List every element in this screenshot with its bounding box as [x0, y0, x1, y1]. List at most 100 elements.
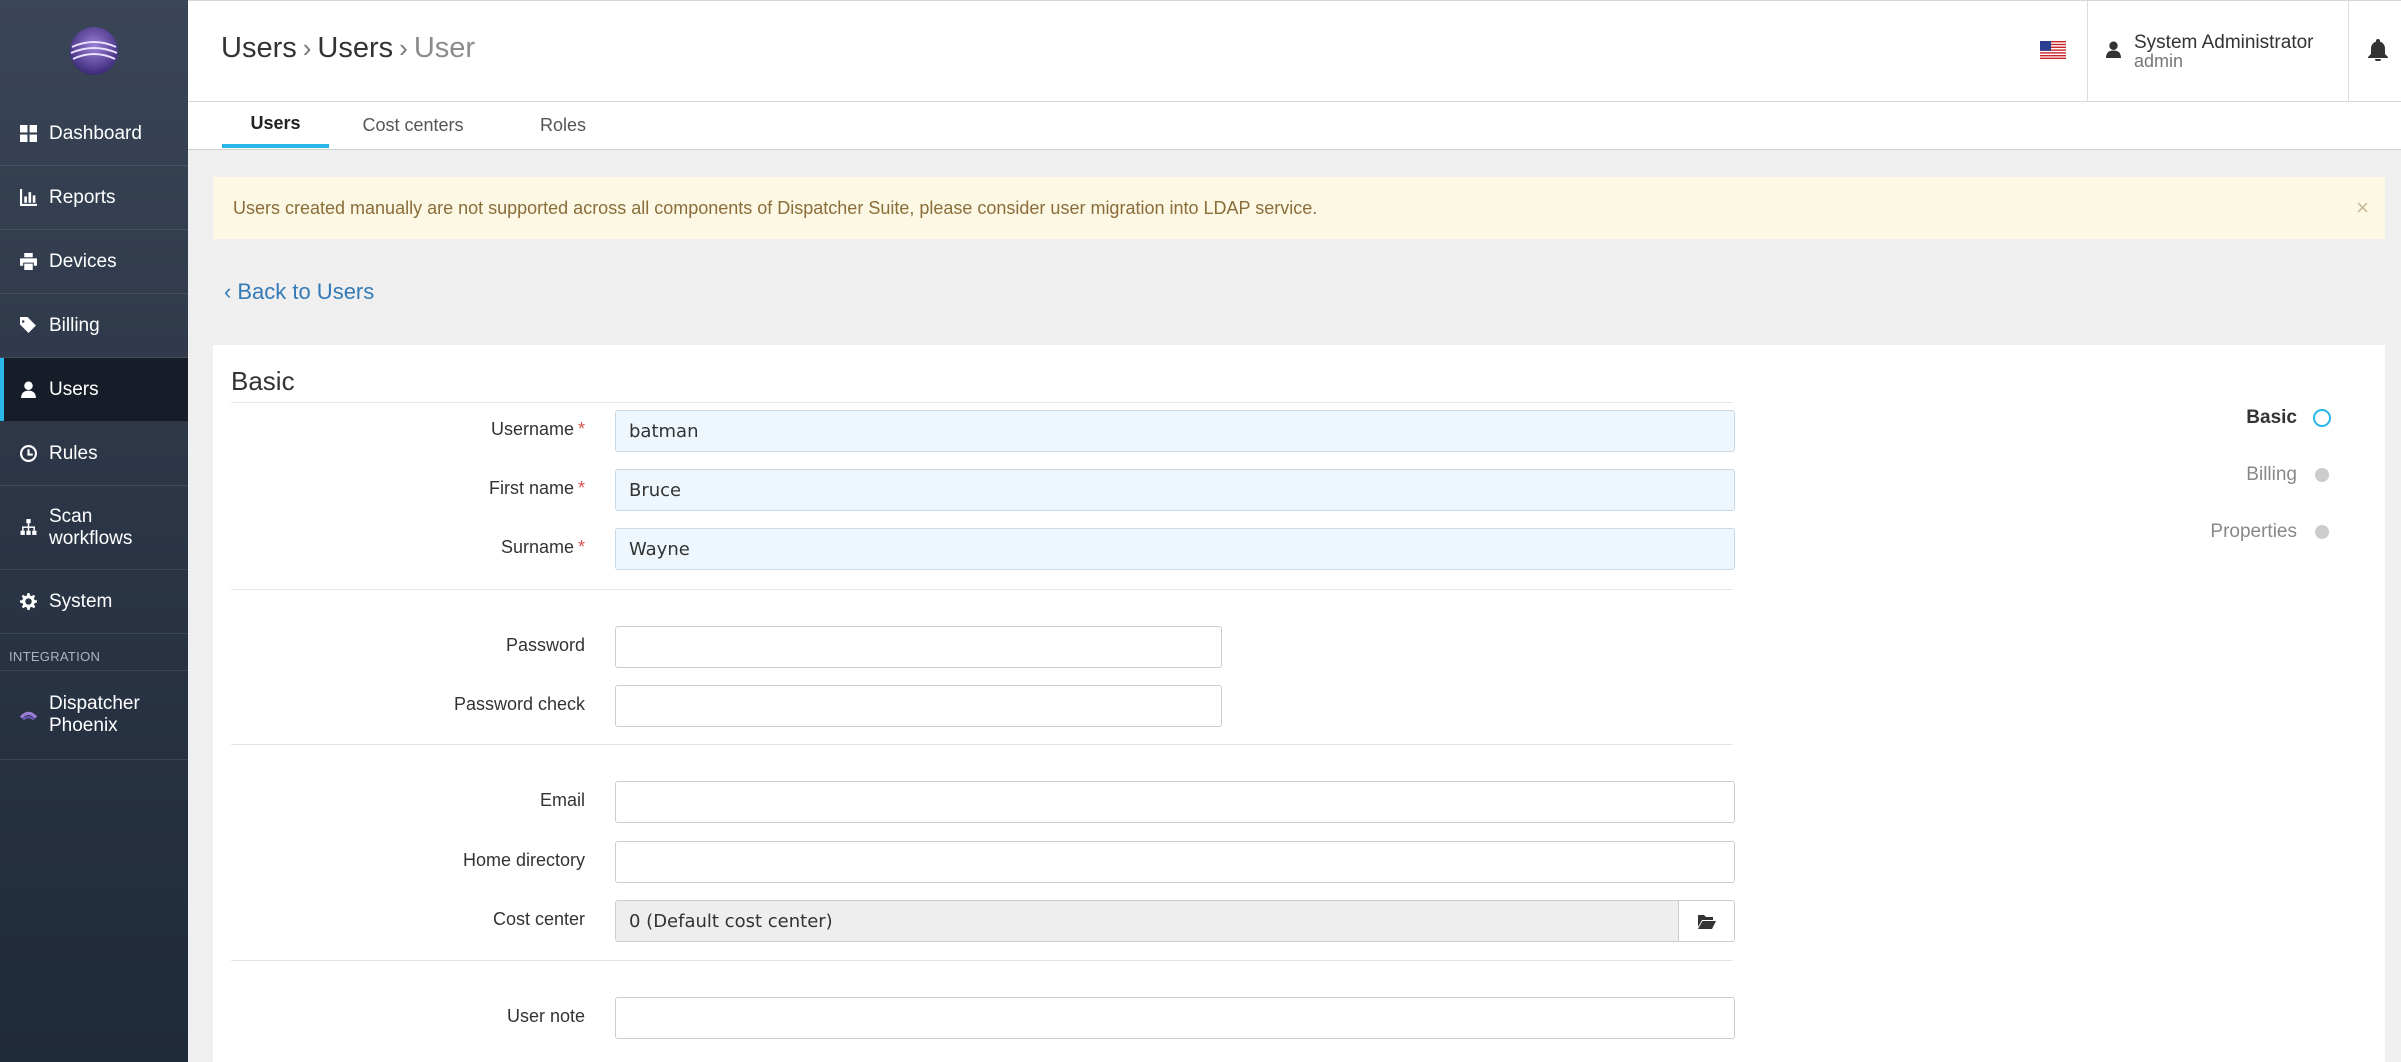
user-name: System Administrator: [2134, 31, 2314, 53]
tab-cost-centers[interactable]: Cost centers: [348, 102, 478, 149]
tags-icon: [20, 317, 37, 334]
sidebar-item-label: Billing: [49, 314, 100, 336]
password-check-label: Password check: [453, 694, 585, 714]
tab-roles[interactable]: Roles: [518, 102, 608, 149]
sidebar-item-label: Users: [49, 378, 99, 400]
password-label: Password: [505, 635, 585, 655]
user-menu[interactable]: System Administrator admin: [2087, 1, 2349, 102]
sidebar-item-label: Devices: [49, 250, 117, 272]
step-indicator: [2315, 525, 2329, 539]
step-label: Properties: [2210, 521, 2297, 542]
notifications-bell-icon[interactable]: [2368, 39, 2390, 62]
step-label: Billing: [2246, 464, 2297, 485]
required-mark: *: [577, 419, 585, 439]
password-field[interactable]: [615, 626, 1222, 668]
breadcrumb-item[interactable]: Users: [221, 32, 297, 65]
sidebar-item-scan-workflows[interactable]: Scan workflows: [0, 486, 188, 570]
step-active-indicator: [2313, 409, 2331, 427]
alert-text: Users created manually are not supported…: [233, 197, 1318, 218]
sidebar-item-label: Rules: [49, 442, 98, 464]
sidebar-item-dispatcher-phoenix[interactable]: Dispatcher Phoenix: [0, 670, 188, 760]
tab-bar: Users Cost centers Roles: [188, 102, 2401, 150]
sitemap-icon: [20, 519, 37, 536]
back-to-users-link[interactable]: ‹ Back to Users: [224, 279, 374, 305]
top-header: Users › Users › User System Administrato…: [188, 0, 2401, 102]
first-name-field[interactable]: Bruce: [615, 469, 1735, 511]
user-form-panel: Basic Username * batman First name * Bruce…: [213, 345, 2385, 1062]
gear-icon: [20, 593, 37, 610]
username-label-text: Username: [490, 419, 574, 439]
sidebar-item-label-line1: Scan: [49, 505, 93, 527]
username-field[interactable]: batman: [615, 410, 1735, 452]
breadcrumb: Users › Users › User: [221, 32, 475, 65]
surname-label-text: Surname: [500, 537, 574, 557]
user-note-label: User note: [506, 1006, 585, 1026]
sidebar-item-label: Scan workflows: [49, 506, 132, 550]
breadcrumb-item[interactable]: Users: [317, 32, 393, 65]
step-label: Basic: [2246, 407, 2297, 428]
cost-center-label: Cost center: [492, 909, 585, 929]
user-icon: [2106, 41, 2121, 63]
tab-users[interactable]: Users: [222, 102, 329, 148]
required-mark: *: [577, 478, 585, 498]
email-label: Email: [539, 790, 585, 810]
step-indicator: [2315, 468, 2329, 482]
printer-icon: [20, 253, 37, 270]
divider: [231, 744, 1733, 745]
divider: [231, 960, 1733, 961]
surname-label: Surname *: [213, 537, 585, 558]
browse-cost-center-button[interactable]: [1679, 900, 1735, 942]
first-name-label: First name *: [213, 478, 585, 499]
breadcrumb-current: User: [413, 32, 476, 64]
sidebar-item-dashboard[interactable]: Dashboard: [0, 102, 188, 166]
sidebar: Dashboard Reports Devices Billing Users …: [0, 0, 188, 1062]
step-billing[interactable]: Billing: [2246, 464, 2331, 486]
folder-open-icon: [1697, 914, 1716, 929]
user-login: admin: [2134, 50, 2184, 71]
sidebar-item-label: Dashboard: [49, 122, 142, 144]
step-basic[interactable]: Basic: [2246, 407, 2331, 429]
first-name-label-text: First name: [488, 478, 574, 498]
sidebar-item-label-line2: Phoenix: [49, 715, 118, 736]
section-title: Basic: [231, 366, 295, 396]
sidebar-item-system[interactable]: System: [0, 570, 188, 634]
user-note-field[interactable]: [615, 997, 1735, 1039]
divider: [231, 402, 1733, 403]
sidebar-item-label: System: [49, 590, 113, 612]
back-link-label: Back to Users: [237, 279, 375, 304]
sidebar-item-label-line2: workflows: [49, 527, 133, 549]
us-flag-icon[interactable]: [2040, 41, 2066, 59]
sidebar-item-label: Reports: [49, 186, 116, 208]
password-check-field[interactable]: [615, 685, 1222, 727]
sidebar-item-billing[interactable]: Billing: [0, 294, 188, 358]
divider: [231, 589, 1733, 590]
step-properties[interactable]: Properties: [2210, 521, 2331, 543]
dashboard-icon: [20, 125, 37, 142]
home-directory-field[interactable]: [615, 841, 1735, 883]
sidebar-item-label: Dispatcher Phoenix: [49, 693, 140, 737]
chevron-right-icon: ›: [399, 33, 408, 63]
required-mark: *: [577, 537, 585, 557]
phoenix-logo-icon: [20, 707, 37, 724]
sidebar-item-devices[interactable]: Devices: [0, 230, 188, 294]
dispatcher-logo-icon: [70, 27, 118, 75]
user-info: System Administrator admin: [2134, 33, 2314, 71]
user-icon: [20, 381, 37, 398]
sidebar-item-label-line1: Dispatcher: [49, 693, 140, 714]
close-icon[interactable]: ×: [2356, 195, 2369, 221]
bar-chart-icon: [20, 189, 37, 206]
username-label: Username *: [213, 419, 585, 440]
surname-field[interactable]: Wayne: [615, 528, 1735, 570]
sidebar-item-reports[interactable]: Reports: [0, 166, 188, 230]
chevron-left-icon: ‹: [224, 279, 232, 304]
app-logo[interactable]: [0, 0, 188, 102]
ldap-warning-alert: Users created manually are not supported…: [213, 177, 2385, 239]
sidebar-section-integration: INTEGRATION: [9, 649, 101, 664]
sidebar-item-rules[interactable]: Rules: [0, 422, 188, 486]
home-directory-label: Home directory: [462, 850, 585, 870]
cost-center-field[interactable]: 0 (Default cost center): [615, 900, 1679, 942]
sidebar-item-users[interactable]: Users: [0, 358, 188, 422]
email-field[interactable]: [615, 781, 1735, 823]
chevron-right-icon: ›: [302, 33, 312, 63]
clock-icon: [20, 445, 37, 462]
